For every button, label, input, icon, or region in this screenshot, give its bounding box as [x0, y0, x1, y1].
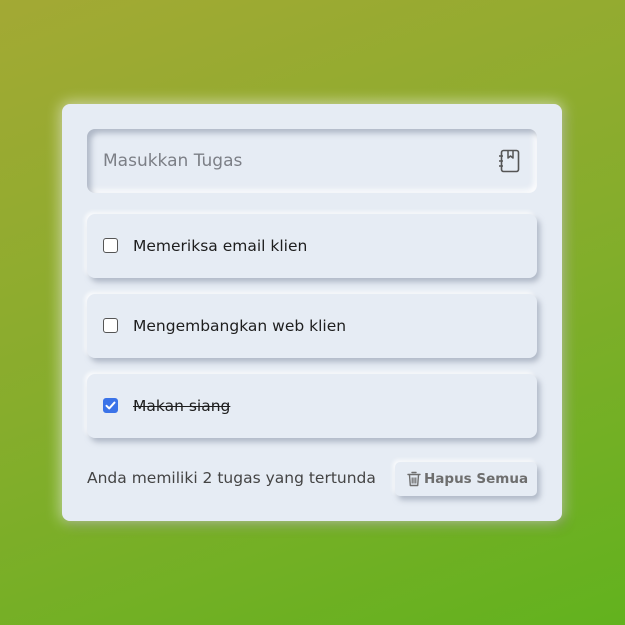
clear-all-label: Hapus Semua	[424, 471, 529, 487]
todo-card: Memeriksa email klien Mengembangkan web …	[62, 104, 562, 521]
task-label: Memeriksa email klien	[133, 237, 308, 255]
task-checkbox-checked[interactable]	[103, 398, 118, 413]
task-item[interactable]: Memeriksa email klien	[87, 214, 537, 278]
trash-icon	[407, 471, 421, 487]
task-input[interactable]	[87, 129, 487, 193]
task-checkbox[interactable]	[103, 238, 118, 253]
checkmark-icon	[105, 401, 116, 410]
pending-tasks-status: Anda memiliki 2 tugas yang tertunda	[87, 469, 376, 487]
task-label: Mengembangkan web klien	[133, 317, 347, 335]
clear-all-button[interactable]: Hapus Semua	[395, 462, 537, 496]
notebook-icon[interactable]	[497, 148, 523, 174]
task-item[interactable]: Mengembangkan web klien	[87, 294, 537, 358]
task-input-wrapper	[87, 129, 537, 193]
task-item[interactable]: Makan siang	[87, 374, 537, 438]
task-checkbox[interactable]	[103, 318, 118, 333]
task-label-done: Makan siang	[133, 397, 231, 415]
